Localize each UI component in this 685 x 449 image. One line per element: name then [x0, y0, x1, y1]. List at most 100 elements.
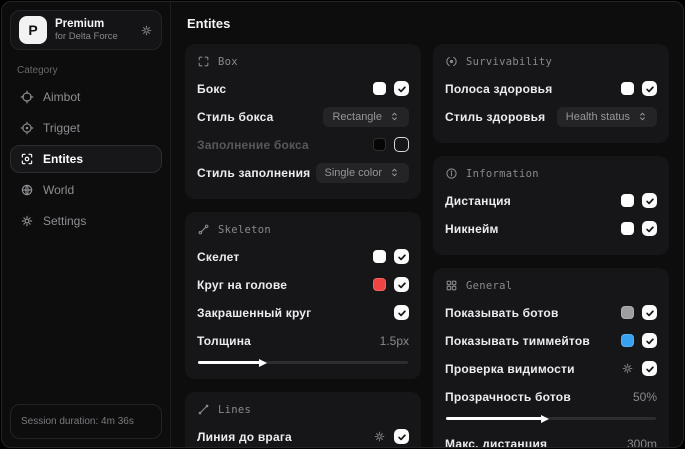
sidebar-item-settings[interactable]: Settings: [10, 207, 162, 235]
checkbox[interactable]: [394, 137, 409, 152]
brand-text: Premium for Delta Force: [55, 17, 118, 43]
section-header: Skeleton: [197, 223, 409, 236]
sidebar-item-label: Trigget: [43, 121, 80, 135]
section-information: Information Дистанция Никнейм: [433, 156, 669, 255]
slider-thumb[interactable]: [540, 414, 549, 423]
app-window: P Premium for Delta Force Category Aimbo…: [1, 1, 684, 448]
sidebar: P Premium for Delta Force Category Aimbo…: [2, 2, 171, 447]
setting-row-filled-circle: Закрашенный круг: [197, 302, 409, 323]
setting-label: Круг на голове: [197, 277, 288, 292]
section-title: Survivability: [466, 55, 553, 68]
fill-style-select[interactable]: Single color: [315, 162, 409, 183]
setting-row-health-style: Стиль здоровья Health status: [445, 106, 657, 127]
sidebar-item-label: Aimbot: [43, 90, 81, 104]
gear-icon[interactable]: [621, 362, 634, 375]
select-value: Rectangle: [332, 110, 382, 123]
checkbox[interactable]: [394, 249, 409, 264]
checkbox[interactable]: [394, 81, 409, 96]
slider-thumb[interactable]: [259, 358, 267, 367]
slider-group-bot-opacity: Прозрачность ботов 50%: [445, 386, 657, 423]
setting-label: Линия до врага: [197, 429, 292, 444]
section-box: Box Бокс Стиль бокса Rectangle Заполнени…: [185, 44, 421, 199]
color-swatch[interactable]: [621, 82, 634, 95]
setting-row-box-style: Стиль бокса Rectangle: [197, 106, 409, 127]
sidebar-item-aimbot[interactable]: Aimbot: [10, 83, 162, 111]
setting-label: Показывать тиммейтов: [445, 333, 590, 348]
bot-opacity-slider[interactable]: [446, 414, 656, 423]
color-swatch[interactable]: [373, 138, 386, 151]
section-title: Information: [466, 167, 539, 180]
chevrons-up-down-icon: [392, 112, 397, 121]
color-swatch[interactable]: [373, 82, 386, 95]
setting-label: Скелет: [197, 249, 240, 264]
checkbox[interactable]: [394, 277, 409, 292]
section-header: Box: [197, 55, 409, 68]
section-header: General: [445, 279, 657, 292]
setting-label: Заполнение бокса: [197, 137, 309, 152]
gear-icon: [21, 215, 33, 227]
color-swatch[interactable]: [373, 278, 386, 291]
color-swatch[interactable]: [621, 222, 634, 235]
setting-row-nickname: Никнейм: [445, 218, 657, 239]
setting-row-distance: Дистанция: [445, 190, 657, 211]
setting-label: Стиль заполнения: [197, 165, 311, 180]
checkbox[interactable]: [394, 429, 409, 444]
life-scan-icon: [446, 56, 457, 67]
slider-group-max-distance: Макс. дистанция 300m: [445, 433, 657, 448]
checkbox[interactable]: [642, 305, 657, 320]
checkbox[interactable]: [642, 193, 657, 208]
setting-row-head-circle: Круг на голове: [197, 274, 409, 295]
section-lines: Lines Линия до врага Линия взгляда: [185, 392, 421, 447]
slider-label-row: Толщина 1.5px: [197, 330, 409, 351]
bone-icon: [198, 224, 209, 235]
gear-icon[interactable]: [373, 430, 386, 443]
brand-card: P Premium for Delta Force: [10, 10, 162, 50]
brand-logo: P: [19, 16, 47, 44]
color-swatch[interactable]: [621, 334, 634, 347]
crosshair-icon: [20, 90, 34, 104]
checkbox[interactable]: [642, 81, 657, 96]
setting-label: Проверка видимости: [445, 361, 575, 376]
slider-label-row: Макс. дистанция 300m: [445, 433, 657, 448]
gear-icon[interactable]: [140, 24, 153, 37]
section-title: Skeleton: [218, 223, 271, 236]
section-header: Survivability: [445, 55, 657, 68]
setting-label: Закрашенный круг: [197, 305, 312, 320]
setting-row-box-fill: Заполнение бокса: [197, 134, 409, 155]
grid-icon: [446, 280, 457, 291]
setting-label: Показывать ботов: [445, 305, 559, 320]
left-column: Box Бокс Стиль бокса Rectangle Заполнени…: [185, 44, 421, 447]
slider-value: 50%: [632, 389, 657, 404]
session-duration: Session duration: 4m 36s: [10, 404, 162, 439]
section-skeleton: Skeleton Скелет Круг на голове Закрашенн…: [185, 212, 421, 379]
page-title: Entites: [187, 16, 231, 31]
color-swatch[interactable]: [621, 306, 634, 319]
slider-label-row: Прозрачность ботов 50%: [445, 386, 657, 407]
sidebar-item-trigget[interactable]: Trigget: [10, 114, 162, 142]
select-value: Single color: [324, 166, 382, 179]
sidebar-nav: Aimbot Trigget Entites World Settings: [10, 83, 162, 235]
checkbox[interactable]: [642, 361, 657, 376]
color-swatch[interactable]: [373, 250, 386, 263]
section-general: General Показывать ботов Показывать тимм…: [433, 268, 669, 448]
checkbox[interactable]: [642, 333, 657, 348]
setting-label: Толщина: [197, 333, 252, 348]
health-style-select[interactable]: Health status: [556, 106, 657, 127]
brand-subtitle: for Delta Force: [55, 31, 118, 43]
sidebar-item-label: World: [43, 183, 75, 197]
scan-eye-icon: [21, 153, 33, 165]
setting-label: Бокс: [197, 81, 227, 96]
checkbox[interactable]: [642, 221, 657, 236]
globe-icon: [21, 184, 33, 196]
setting-row-show-teammates: Показывать тиммейтов: [445, 330, 657, 351]
thickness-slider[interactable]: [198, 358, 408, 367]
section-title: Lines: [218, 403, 252, 416]
slider-value: 300m: [626, 436, 657, 448]
brand-title: Premium: [55, 17, 105, 30]
color-swatch[interactable]: [621, 194, 634, 207]
checkbox[interactable]: [394, 305, 409, 320]
setting-label: Прозрачность ботов: [445, 389, 571, 404]
sidebar-item-entites[interactable]: Entites: [10, 145, 162, 173]
box-style-select[interactable]: Rectangle: [323, 106, 409, 127]
sidebar-item-world[interactable]: World: [10, 176, 162, 204]
